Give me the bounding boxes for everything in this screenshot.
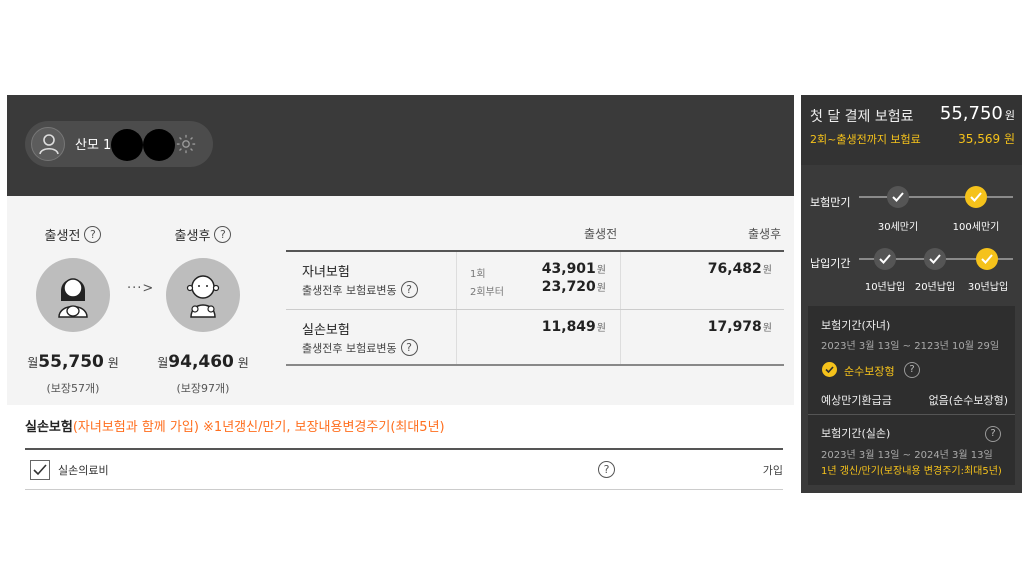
period-silson-box: 보험기간(실손) ? 2023년 3월 13일 ~ 2024년 3월 13일 1… [808, 415, 1015, 485]
maturity-label: 보험만기 [810, 196, 851, 209]
unit: 원 [762, 323, 772, 334]
after-premium: 94,460 [168, 352, 234, 372]
coverage-row: 실손의료비 ? 가입 [25, 450, 783, 490]
coverage-status: 가입 [762, 464, 783, 477]
row-sub: 출생전후 보험료변동 [302, 283, 397, 297]
after-unit: 원 [237, 356, 249, 370]
unit: 원 [596, 283, 606, 294]
before-premium: 55,750 [38, 352, 104, 372]
before-birth-label: 출생전 [44, 229, 81, 244]
tier2-value: 23,720 [541, 279, 596, 295]
after-coverage-count: (보장97개) [176, 382, 230, 395]
unit: 원 [762, 265, 772, 276]
header-bar: 산모 1 1 [7, 95, 794, 196]
baby-icon [166, 258, 240, 332]
divider [456, 310, 457, 364]
row-name: 실손보험 [302, 323, 350, 338]
payment-option-30[interactable] [976, 248, 998, 270]
maturity-option-label: 30세만기 [877, 222, 919, 233]
maturity-option-30[interactable] [887, 186, 909, 208]
period-silson-dates: 2023년 3월 13일 ~ 2024년 3월 13일 [821, 450, 993, 461]
row-sub: 출생전후 보험료변동 [302, 341, 397, 355]
table-header: 출생전 출생후 [286, 215, 784, 252]
silson-title: 실손보험 [25, 420, 73, 435]
period-child-title: 보험기간(자녀) [821, 319, 891, 332]
table-row: 자녀보험 출생전후 보험료변동? 1회 43,901원 2회부터 23,720원… [286, 252, 784, 310]
premium-summary: 첫 달 결제 보험료 55,750 원 2회~출생전까지 보험료 35,569 원 [801, 95, 1022, 165]
before-value: 11,849 [541, 319, 596, 335]
before-unit: 원 [107, 356, 119, 370]
period-silson-title: 보험기간(실손) [821, 427, 891, 440]
before-coverage-count: (보장57개) [46, 382, 100, 395]
redaction-mark [111, 129, 143, 161]
divider [456, 252, 457, 309]
after-birth-card: 출생후? 월94,460 원 (보장97개) [157, 225, 249, 396]
help-icon[interactable]: ? [598, 461, 615, 478]
after-value: 76,482 [707, 261, 762, 277]
pure-coverage-label: 순수보장형 [844, 365, 895, 378]
tier2-label: 2회부터 [470, 287, 504, 298]
period-silson-note: 1년 갱신/만기(보장내용 변경주기:최대5년) [821, 466, 1002, 477]
after-birth-label: 출생후 [174, 229, 211, 244]
first-month-unit: 원 [1004, 109, 1015, 122]
payment-option-20[interactable] [924, 248, 946, 270]
payment-option-10[interactable] [874, 248, 896, 270]
help-icon[interactable]: ? [904, 362, 920, 378]
maturity-track [859, 196, 1013, 198]
screen: 산모 1 1 출생전? 월55,750 원 (보장57개) ···> 출생후? … [0, 0, 1024, 576]
before-birth-card: 출생전? 월55,750 원 (보장57개) [27, 225, 119, 396]
period-child-box: 보험기간(자녀) 2023년 3월 13일 ~ 2123년 10월 29일 순수… [808, 306, 1015, 414]
user-avatar-icon [31, 127, 65, 161]
payment-option-label: 10년납입 [864, 282, 906, 293]
arrow-icon: ···> [127, 281, 155, 296]
unit: 원 [596, 323, 606, 334]
column-before: 출생전 [584, 227, 618, 241]
first-month-value: 55,750 [939, 103, 1003, 124]
profile-name: 산모 1 [75, 138, 112, 153]
tier1-label: 1회 [470, 269, 486, 280]
help-icon[interactable]: ? [84, 226, 102, 243]
refund-label: 예상만기환급금 [821, 394, 892, 407]
refund-value: 없음(순수보장형) [928, 394, 1008, 407]
before-prefix: 월 [27, 356, 39, 370]
silson-note: (자녀보험과 함께 가입) ※1년갱신/만기, 보장내용변경주기(최대5년) [72, 420, 445, 435]
payment-label: 납입기간 [810, 257, 851, 270]
divider [620, 310, 621, 364]
help-icon[interactable]: ? [985, 426, 1001, 442]
first-month-label: 첫 달 결제 보험료 [810, 109, 914, 125]
divider [620, 252, 621, 309]
after-value: 17,978 [707, 319, 762, 335]
profile-selector[interactable]: 산모 1 1 [25, 121, 213, 167]
payment-option-label: 30년납입 [967, 282, 1009, 293]
unit: 원 [596, 265, 606, 276]
maturity-option-label: 100세만기 [952, 222, 1000, 233]
second-premium-label: 2회~출생전까지 보험료 [810, 133, 921, 146]
check-icon [822, 362, 837, 377]
tier1-value: 43,901 [541, 261, 596, 277]
coverage-name: 실손의료비 [58, 464, 109, 477]
help-icon[interactable]: ? [400, 281, 418, 298]
redaction-mark [143, 129, 175, 161]
help-icon[interactable]: ? [400, 339, 418, 356]
summary-sidebar: 첫 달 결제 보험료 55,750 원 2회~출생전까지 보험료 35,569 원… [801, 95, 1022, 493]
premium-table: 출생전 출생후 자녀보험 출생전후 보험료변동? 1회 43,901원 2회부터… [286, 215, 784, 366]
gear-icon[interactable] [175, 133, 197, 155]
column-after: 출생후 [748, 227, 782, 241]
help-icon[interactable]: ? [214, 226, 232, 243]
coverage-checkbox[interactable] [30, 460, 50, 480]
row-name: 자녀보험 [302, 265, 350, 280]
payment-option-label: 20년납입 [914, 282, 956, 293]
after-prefix: 월 [157, 356, 169, 370]
silson-section-title: 실손보험(자녀보험과 함께 가입) ※1년갱신/만기, 보장내용변경주기(최대5… [25, 416, 445, 435]
table-row: 실손보험 출생전후 보험료변동? 11,849원 17,978원 [286, 310, 784, 366]
maturity-option-100[interactable] [965, 186, 987, 208]
period-child-dates: 2023년 3월 13일 ~ 2123년 10월 29일 [821, 341, 1000, 352]
pregnant-mother-icon [36, 258, 110, 332]
second-premium-value: 35,569 원 [958, 132, 1015, 146]
